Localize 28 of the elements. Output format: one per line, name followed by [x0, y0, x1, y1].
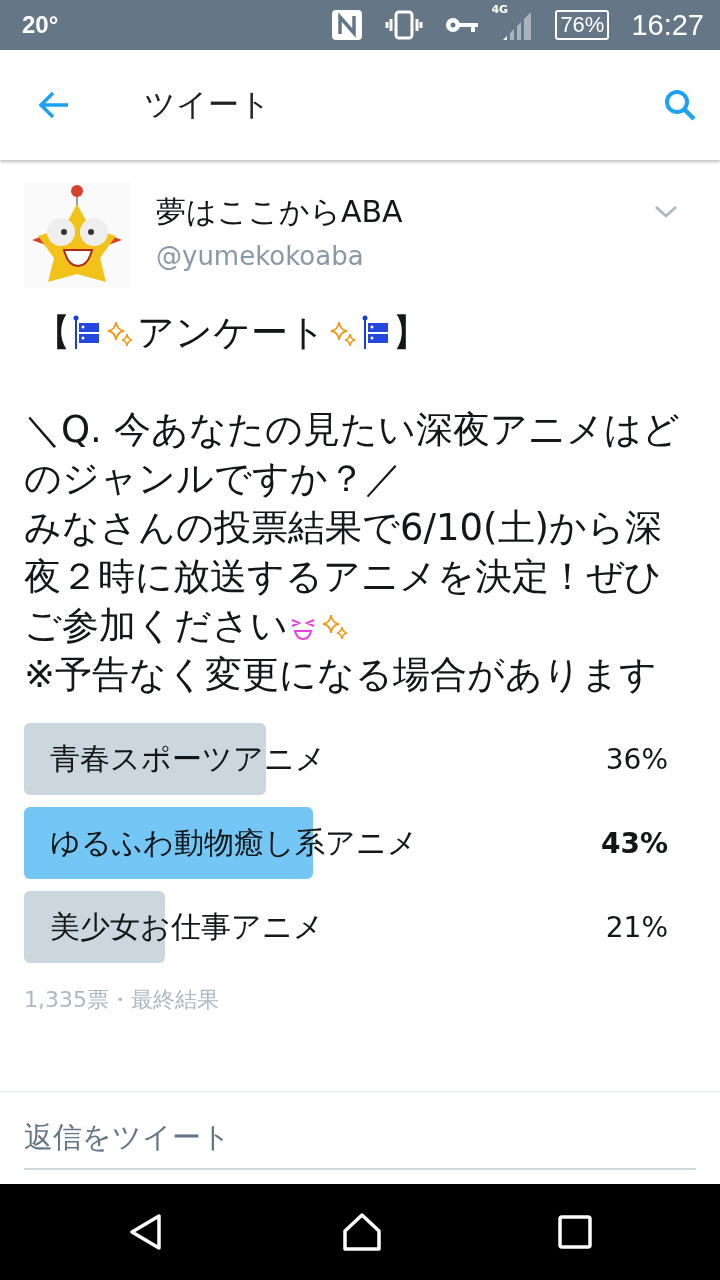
tweet-heading: 【 アンケート 】: [34, 310, 430, 356]
poll-percentage: 43%: [600, 826, 669, 860]
poll-percentage: 36%: [605, 742, 669, 776]
sparkles-icon: [328, 319, 358, 349]
battery-indicator: 76%: [555, 10, 610, 40]
tweet-text: みなさんの投票結果で6/10(土)から深夜２時に放送するアニメを決定！ぜひご参加ください: [24, 505, 663, 649]
search-button[interactable]: [662, 87, 698, 123]
clock-text: 16:27: [631, 8, 704, 42]
recents-nav-button[interactable]: [557, 1214, 593, 1250]
network-type-text: 4G: [491, 3, 509, 16]
tweet-text: ＼Q. 今あなたの見たい深夜アニメはどのジャンルですか？／: [24, 407, 681, 502]
poll-percentage: 21%: [605, 910, 669, 944]
sparkles-icon: [320, 612, 350, 642]
carp-streamer-icon: [362, 315, 390, 349]
screen-title: ツイート: [144, 85, 271, 124]
tweet-text: ※予告なく変更になる場合があります: [24, 652, 658, 698]
username: @yumekokoaba: [156, 241, 365, 271]
temperature-text: 20°: [22, 11, 59, 39]
poll-option-label: 美少女お仕事アニメ: [49, 907, 325, 946]
display-name: 夢はここからABA: [156, 193, 404, 231]
key-icon: [445, 15, 480, 35]
sparkles-icon: [105, 319, 135, 349]
vibrate-icon: [385, 9, 424, 41]
home-nav-button[interactable]: [341, 1212, 383, 1252]
poll-summary: 1,335票・最終結果: [24, 986, 220, 1014]
poll-option-label: 青春スポーツアニメ: [49, 739, 327, 778]
carp-streamer-icon: [73, 315, 101, 349]
nfc-icon: [331, 9, 364, 41]
